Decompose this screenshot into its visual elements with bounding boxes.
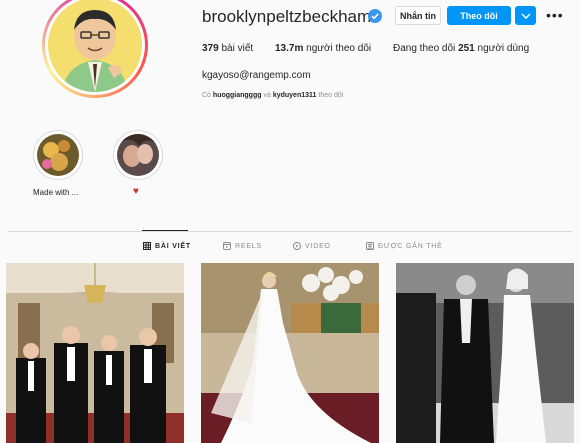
- followed-by-and: và: [263, 92, 271, 99]
- tab-label: BÀI VIẾT: [155, 242, 191, 250]
- tab-video[interactable]: VIDEO: [293, 242, 331, 250]
- post-thumbnail[interactable]: [396, 263, 574, 443]
- following-count: 251: [458, 43, 475, 54]
- message-button[interactable]: Nhắn tin: [395, 6, 441, 25]
- followed-by-suffix: theo dõi: [318, 92, 344, 99]
- story-highlight[interactable]: [113, 130, 163, 180]
- posts-stat: 379 bài viết: [202, 43, 253, 54]
- story-highlight[interactable]: [33, 130, 83, 180]
- tab-label: VIDEO: [305, 242, 331, 250]
- highlight-cover-image: [37, 134, 79, 176]
- tab-reels[interactable]: REELS: [223, 242, 262, 250]
- profile-email[interactable]: kgayoso@rangemp.com: [202, 70, 311, 81]
- tagged-icon: [366, 242, 374, 250]
- verified-badge-icon: [368, 9, 382, 23]
- avatar-frame: [45, 0, 145, 95]
- followed-by-prefix: Có: [202, 92, 211, 99]
- follow-button[interactable]: Theo dõi: [447, 6, 511, 25]
- grid-icon: [143, 242, 151, 250]
- avatar-cartoon-image: [48, 0, 142, 92]
- post-thumbnail[interactable]: [6, 263, 184, 443]
- following-label: người dùng: [477, 43, 530, 54]
- tab-posts[interactable]: BÀI VIẾT: [143, 242, 191, 250]
- followed-by-text[interactable]: Có huoggiangggg và kyduyen1311 theo dõi: [202, 92, 343, 99]
- tab-label: ĐƯỢC GẮN THẺ: [378, 242, 443, 250]
- chevron-down-icon: [520, 12, 531, 19]
- suggested-accounts-button[interactable]: [515, 6, 536, 25]
- tab-label: REELS: [235, 242, 262, 250]
- following-prefix: Đang theo dõi: [393, 43, 456, 54]
- video-icon: [293, 242, 301, 250]
- posts-label: bài viết: [221, 43, 254, 54]
- followers-label: người theo dõi: [306, 43, 372, 54]
- followers-stat[interactable]: 13.7m người theo dõi: [275, 43, 371, 54]
- followed-by-user: huoggiangggg: [212, 92, 262, 99]
- highlight-label: Made with ...: [33, 188, 79, 197]
- profile-avatar[interactable]: [42, 0, 148, 98]
- highlight-cover-image: [117, 134, 159, 176]
- more-options-icon[interactable]: •••: [546, 7, 564, 23]
- profile-username: brooklynpeltzbeckham: [202, 7, 372, 26]
- followers-count: 13.7m: [275, 43, 304, 54]
- post-thumbnail[interactable]: [201, 263, 379, 443]
- reels-icon: [223, 242, 231, 250]
- followed-by-user: kyduyen1311: [272, 92, 317, 99]
- following-stat[interactable]: Đang theo dõi 251 người dùng: [393, 43, 529, 54]
- tabs-divider: [8, 231, 572, 232]
- tab-tagged[interactable]: ĐƯỢC GẮN THẺ: [366, 242, 443, 250]
- highlight-label-heart-icon: ♥: [133, 186, 139, 197]
- active-tab-indicator: [142, 230, 188, 231]
- posts-count: 379: [202, 43, 219, 54]
